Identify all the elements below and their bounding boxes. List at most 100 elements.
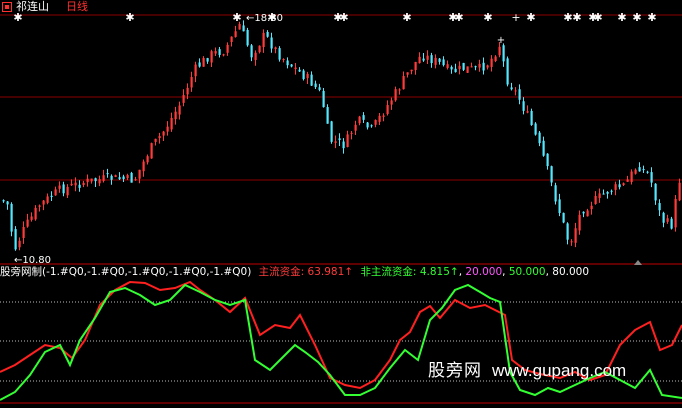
candle-down: [562, 212, 565, 223]
candle-down: [530, 110, 533, 126]
main-fund-label: 主流资金:: [258, 266, 305, 278]
candle-down: [522, 101, 525, 111]
candle-down: [654, 183, 657, 201]
candle-up: [30, 216, 33, 220]
level-50-value: 50.000: [508, 266, 546, 278]
candle-up: [306, 73, 309, 79]
candle-up: [150, 143, 153, 159]
candle-up: [102, 175, 105, 181]
level-20-value: 20.000: [465, 266, 503, 278]
stock-logo-icon[interactable]: [2, 2, 12, 12]
title-bar: 祁连山 日线: [0, 0, 682, 14]
candle-down: [618, 184, 621, 188]
candle-down: [610, 190, 613, 192]
candle-down: [534, 123, 537, 135]
candle-up: [126, 175, 129, 179]
candle-up: [386, 105, 389, 114]
candle-down: [14, 229, 17, 250]
candle-up: [42, 200, 45, 205]
kline-chart[interactable]: ✱ ✱ ✱ ✱ ✱✱ ✱ ✱✱ ✱ ✱ ✱ ✱ ✱✱ ✱ ✱ ✱++←18.80←10.80: [0, 0, 682, 408]
candle-up: [466, 66, 469, 73]
candle-down: [322, 90, 325, 108]
candle-down: [650, 172, 653, 183]
candle-down: [554, 185, 557, 202]
candle-up: [410, 69, 413, 72]
candle-up: [470, 66, 473, 68]
candle-down: [474, 66, 477, 68]
candle-up: [414, 61, 417, 71]
candle-down: [538, 132, 541, 144]
candle-up: [182, 95, 185, 103]
candle-up: [426, 55, 429, 60]
candle-down: [518, 89, 521, 100]
candle-up: [458, 65, 461, 70]
candle-up: [146, 156, 149, 163]
candle-up: [358, 116, 361, 124]
candle-down: [246, 29, 249, 46]
candle-down: [438, 58, 441, 62]
candle-down: [454, 68, 457, 73]
candle-down: [242, 25, 245, 32]
main-fund-arrow-icon: ↑: [344, 266, 354, 278]
candle-down: [122, 176, 125, 180]
candle-up: [166, 126, 169, 132]
candle-down: [550, 166, 553, 183]
candle-up: [58, 185, 61, 189]
candle-down: [646, 171, 649, 173]
candle-up: [294, 67, 297, 70]
candle-down: [362, 115, 365, 120]
candle-up: [622, 183, 625, 185]
candle-up: [486, 65, 489, 68]
candle-up: [498, 46, 501, 56]
nonmain-fund-value: 4.815: [419, 266, 450, 278]
candle-up: [630, 171, 633, 183]
candle-up: [262, 32, 265, 48]
candle-up: [134, 179, 137, 181]
candle-up: [574, 228, 577, 243]
high-price-label: ←18.80: [246, 13, 283, 24]
candle-up: [214, 51, 217, 54]
candle-up: [626, 179, 629, 182]
candle-up: [66, 186, 69, 196]
candle-up: [174, 111, 177, 120]
candle-down: [542, 140, 545, 156]
candle-down: [510, 87, 513, 90]
nonmain-fund-arrow-icon: ↑: [449, 266, 459, 278]
candle-up: [194, 64, 197, 77]
candle-down: [314, 83, 317, 88]
watermark: 股旁网 www.gupang.com: [428, 356, 626, 381]
candle-down: [566, 223, 569, 240]
candle-up: [594, 195, 597, 204]
candle-down: [442, 59, 445, 66]
candle-down: [286, 60, 289, 66]
candle-up: [394, 89, 397, 101]
candle-up: [90, 178, 93, 182]
candle-up: [114, 175, 117, 177]
watermark-cn: 股旁网: [428, 361, 482, 381]
candle-up: [446, 64, 449, 68]
candle-up: [478, 63, 481, 68]
candle-up: [418, 56, 421, 64]
candle-up: [350, 132, 353, 134]
candle-up: [254, 52, 257, 61]
main-fund-value: 63.981: [307, 266, 345, 278]
stock-name[interactable]: 祁连山: [16, 0, 49, 13]
candle-up: [258, 45, 261, 53]
indicator-name[interactable]: 股旁网制: [0, 266, 42, 278]
candle-up: [282, 59, 285, 61]
candle-up: [186, 87, 189, 95]
level-80-value: 80.000: [552, 266, 590, 278]
candle-up: [274, 47, 277, 50]
candle-up: [178, 105, 181, 115]
candle-down: [10, 203, 13, 232]
period-selector[interactable]: 日线: [66, 0, 88, 13]
candle-up: [382, 115, 385, 117]
indicator-header: 股旁网制(-1.#Q0,-1.#Q0,-1.#Q0,-1.#Q0,-1.#Q0)…: [0, 266, 590, 278]
candle-down: [602, 193, 605, 195]
candle-up: [222, 54, 225, 56]
candle-up: [86, 178, 89, 183]
candle-up: [82, 182, 85, 186]
candle-up: [334, 141, 337, 143]
candle-down: [50, 195, 53, 198]
candle-up: [406, 72, 409, 75]
